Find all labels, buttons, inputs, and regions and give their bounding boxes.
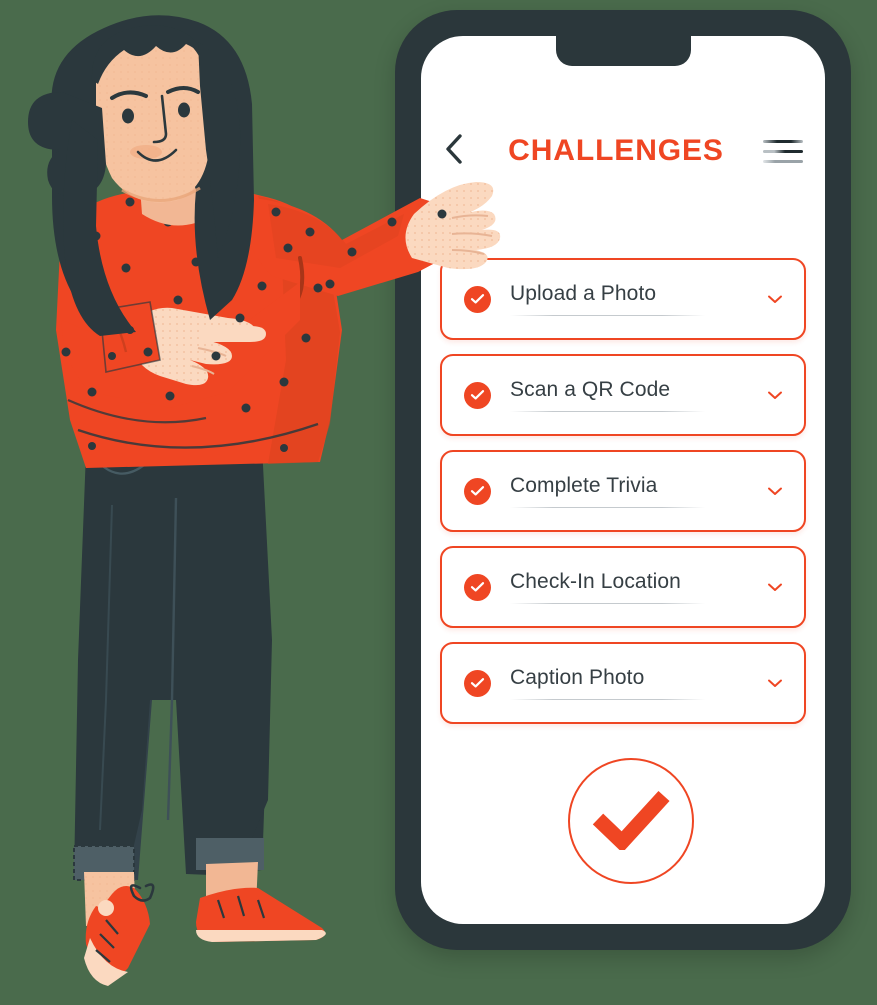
neck — [138, 158, 212, 226]
challenge-text-wrap: Caption Photo — [510, 666, 758, 700]
confirm-button[interactable] — [568, 758, 694, 884]
challenge-card[interactable]: Scan a QR Code — [440, 354, 806, 436]
chevron-down-icon[interactable] — [764, 672, 786, 694]
arm-right-shade — [268, 204, 404, 268]
leg-front — [85, 468, 160, 880]
hair-back — [51, 15, 254, 321]
challenge-label: Scan a QR Code — [510, 378, 671, 401]
hair-side-left — [63, 120, 136, 336]
shoe-eyelet — [98, 900, 114, 916]
arm-right-elbow-crease — [294, 256, 305, 304]
hair-fringe — [91, 25, 210, 84]
ankle-front — [84, 872, 136, 926]
sleeve-cuff-pointing — [100, 302, 160, 372]
arm-left-sleeve — [61, 282, 300, 408]
challenge-text-wrap: Upload a Photo — [510, 282, 758, 316]
sweater-hem-line — [77, 422, 319, 449]
hamburger-menu-icon-line-3 — [763, 159, 803, 163]
chevron-down-icon[interactable] — [764, 288, 786, 310]
challenge-label: Upload a Photo — [510, 282, 657, 305]
challenge-label: Check-In Location — [510, 570, 681, 593]
jeans-crease-1 — [166, 497, 178, 821]
jeans-cuff-back — [196, 838, 264, 870]
jeans-cuff-front — [74, 846, 134, 880]
hair-side-right — [198, 42, 241, 258]
menu-button[interactable] — [763, 136, 803, 166]
check-circle-icon — [464, 381, 491, 409]
ankle-back — [206, 862, 258, 908]
hand-pointing — [99, 301, 266, 386]
chevron-down-icon[interactable] — [764, 576, 786, 598]
check-circle-icon — [464, 669, 491, 697]
challenge-text-wrap: Check-In Location — [510, 570, 758, 604]
chevron-down-icon[interactable] — [764, 384, 786, 406]
jeans — [74, 446, 272, 880]
sweater-body — [56, 180, 342, 468]
challenge-label: Complete Trivia — [510, 474, 658, 497]
large-checkmark-icon — [592, 788, 670, 855]
challenge-underline — [510, 507, 705, 508]
sweater-fold — [67, 398, 207, 424]
app-header: CHALLENGES — [421, 116, 825, 186]
cheek-blush — [130, 145, 162, 159]
eyebrow-right — [166, 86, 200, 94]
sweater-hem-dot-right — [280, 444, 288, 452]
sweater-shade — [258, 196, 340, 464]
challenge-text-wrap: Scan a QR Code — [510, 378, 758, 412]
eyebrow-left — [110, 90, 148, 100]
challenge-card[interactable]: Caption Photo — [440, 642, 806, 724]
check-circle-icon — [464, 285, 491, 313]
jeans-cuff-stitch — [73, 845, 135, 881]
phone-notch — [556, 36, 691, 66]
leg-back — [150, 470, 268, 876]
check-circle-icon — [464, 477, 491, 505]
eye-left — [122, 108, 134, 124]
challenge-text-wrap: Complete Trivia — [510, 474, 758, 508]
shoe-back — [196, 887, 326, 942]
challenge-card[interactable]: Complete Trivia — [440, 450, 806, 532]
hair-bun — [28, 92, 106, 197]
phone-screen: CHALLENGES Upload a Photo Scan a QR Code C… — [421, 36, 825, 924]
mouth — [136, 148, 178, 162]
scene-root: CHALLENGES Upload a Photo Scan a QR Code C… — [0, 0, 877, 1000]
jeans-crease-2 — [99, 504, 113, 831]
check-circle-icon — [464, 573, 491, 601]
sweater-arm-fold — [95, 291, 128, 353]
jaw-shade — [121, 186, 201, 202]
challenge-card[interactable]: Check-In Location — [440, 546, 806, 628]
chevron-left-icon — [443, 132, 465, 171]
chevron-down-icon[interactable] — [764, 480, 786, 502]
shoe-front — [84, 883, 155, 986]
face — [95, 31, 210, 203]
sweater-hem-dot-left — [88, 442, 96, 450]
challenge-list: Upload a Photo Scan a QR Code Complete Tri… — [440, 258, 806, 738]
hamburger-menu-icon-line-1 — [763, 139, 803, 143]
challenge-label: Caption Photo — [510, 666, 645, 689]
eye-right — [178, 102, 190, 118]
hamburger-menu-icon-line-2 — [763, 149, 803, 153]
challenge-underline — [510, 411, 705, 412]
challenge-underline — [510, 699, 705, 700]
page-title: CHALLENGES — [508, 134, 724, 167]
sweater-polka-dots — [61, 191, 447, 413]
challenge-underline — [510, 603, 705, 604]
nose — [152, 94, 168, 144]
jeans-pocket — [89, 451, 153, 475]
challenge-card[interactable]: Upload a Photo — [440, 258, 806, 340]
shoe-laces — [129, 883, 155, 902]
challenge-underline — [510, 315, 705, 316]
